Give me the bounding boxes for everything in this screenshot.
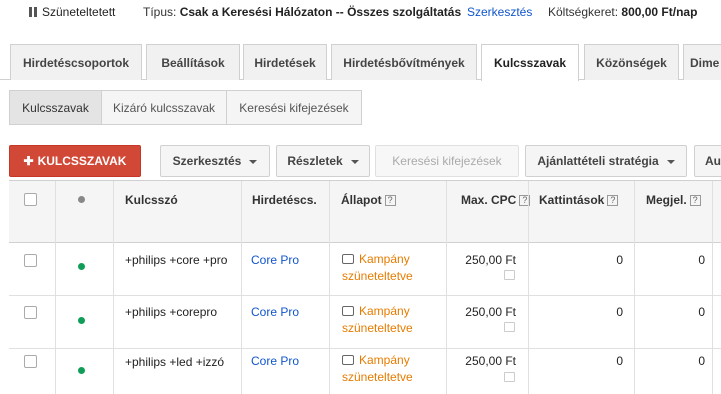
help-icon[interactable]: ? xyxy=(689,195,701,207)
subtab-search-terms[interactable]: Keresési kifejezések xyxy=(226,90,362,125)
help-icon[interactable]: ? xyxy=(607,195,619,207)
enabled-status-icon xyxy=(78,317,85,324)
tab-ads[interactable]: Hirdetések xyxy=(243,44,327,80)
edit-dropdown-label: Szerkesztés xyxy=(172,154,242,168)
campaign-status-bar: Szüneteltetett Típus: Csak a Keresési Há… xyxy=(0,0,721,26)
speech-bubble-icon xyxy=(342,253,354,264)
col-impressions[interactable]: Megjel.? xyxy=(646,193,701,207)
main-tabs: Hirdetéscsoportok Beállítások Hirdetések… xyxy=(0,44,721,81)
budget-value: 800,00 Ft/nap xyxy=(621,5,698,19)
col-impressions-label: Megjel. xyxy=(646,193,687,207)
table-header: Kulcsszó Hirdetéscs. Állapot? Max. CPC? … xyxy=(9,181,721,243)
column-divider xyxy=(329,181,330,394)
impressions-value: 0 xyxy=(698,253,705,267)
select-all-checkbox[interactable] xyxy=(24,193,37,206)
campaign-type-value: Csak a Keresési Hálózaton -- Összes szol… xyxy=(179,5,462,19)
keywords-table: Kulcsszó Hirdetéscs. Állapot? Max. CPC? … xyxy=(9,180,721,394)
subtab-negative-keywords[interactable]: Kizáró kulcsszavak xyxy=(101,90,227,125)
table-row[interactable]: +philips +corepro Core Pro Kampány szüne… xyxy=(9,296,721,349)
tab-ad-extensions[interactable]: Hirdetésbővítmények xyxy=(331,44,477,80)
table-row[interactable]: +philips +led +izzó Core Pro Kampány szü… xyxy=(9,349,721,394)
chevron-down-icon xyxy=(249,159,258,164)
enabled-status-icon xyxy=(78,367,85,374)
campaign-state: Szüneteltetett xyxy=(42,5,116,19)
tab-audiences[interactable]: Közönségek xyxy=(584,44,679,80)
col-max-cpc-label: Max. CPC xyxy=(461,193,517,207)
adgroup-link[interactable]: Core Pro xyxy=(251,354,299,368)
row-checkbox[interactable] xyxy=(24,355,37,368)
details-dropdown-label: Részletek xyxy=(287,154,343,168)
max-cpc-value[interactable]: 250,00 Ft xyxy=(447,253,516,267)
column-divider xyxy=(446,181,447,394)
budget-label: Költségkeret: xyxy=(548,5,619,19)
impressions-value: 0 xyxy=(698,305,705,319)
column-divider xyxy=(712,181,713,394)
search-terms-button[interactable]: Keresési kifejezések xyxy=(375,145,519,177)
col-clicks-label: Kattintások xyxy=(539,193,605,207)
tab-keywords[interactable]: Kulcsszavak xyxy=(481,44,579,81)
impressions-value: 0 xyxy=(698,354,705,368)
col-adgroup[interactable]: Hirdetéscs. xyxy=(252,193,317,207)
col-max-cpc[interactable]: Max. CPC? xyxy=(461,193,531,207)
enabled-status-icon xyxy=(78,263,85,270)
clicks-value: 0 xyxy=(616,253,623,267)
keyword-status[interactable]: Kampány szüneteltetve xyxy=(342,352,452,386)
subtab-keywords[interactable]: Kulcsszavak xyxy=(9,90,102,125)
add-keywords-label: KULCSSZAVAK xyxy=(37,154,127,168)
column-divider xyxy=(55,181,56,394)
keyword-text[interactable]: +philips +led +izzó xyxy=(125,355,245,370)
tab-settings[interactable]: Beállítások xyxy=(146,44,240,80)
speech-bubble-icon xyxy=(342,305,354,316)
chart-icon xyxy=(504,270,515,280)
row-checkbox[interactable] xyxy=(24,306,37,319)
chart-icon xyxy=(504,322,515,332)
max-cpc-value[interactable]: 250,00 Ft xyxy=(447,354,516,368)
col-status-label: Állapot xyxy=(341,193,382,207)
adgroup-link[interactable]: Core Pro xyxy=(251,305,299,319)
column-divider xyxy=(113,181,114,394)
row-checkbox[interactable] xyxy=(24,254,37,267)
automate-dropdown[interactable]: Au xyxy=(694,145,721,177)
clicks-value: 0 xyxy=(616,354,623,368)
max-cpc-value[interactable]: 250,00 Ft xyxy=(447,305,516,319)
chevron-down-icon xyxy=(666,159,675,164)
keyword-status[interactable]: Kampány szüneteltetve xyxy=(342,251,452,285)
chevron-down-icon xyxy=(350,159,359,164)
keyword-status[interactable]: Kampány szüneteltetve xyxy=(342,303,452,337)
campaign-type-label: Típus: xyxy=(143,5,177,19)
plus-icon: ✚ xyxy=(23,154,34,168)
bid-strategy-dropdown[interactable]: Ajánlattételi stratégia xyxy=(525,145,687,177)
column-divider xyxy=(528,181,529,394)
column-divider xyxy=(241,181,242,394)
clicks-value: 0 xyxy=(616,305,623,319)
adgroup-link[interactable]: Core Pro xyxy=(251,253,299,267)
edit-type-link[interactable]: Szerkesztés xyxy=(467,5,532,19)
speech-bubble-icon xyxy=(342,354,354,365)
add-keywords-button[interactable]: ✚ KULCSSZAVAK xyxy=(9,145,141,177)
campaign-type: Típus: Csak a Keresési Hálózaton -- Össz… xyxy=(143,5,461,19)
col-clicks[interactable]: Kattintások? xyxy=(539,193,619,207)
campaign-budget: Költségkeret: 800,00 Ft/nap xyxy=(548,5,697,19)
details-dropdown[interactable]: Részletek xyxy=(276,145,370,177)
tab-dimensions[interactable]: Dime xyxy=(683,44,721,80)
help-icon[interactable]: ? xyxy=(384,195,396,207)
col-status[interactable]: Állapot? xyxy=(341,193,396,207)
chart-icon xyxy=(504,372,515,382)
keyword-text[interactable]: +philips +core +pro xyxy=(125,253,245,268)
col-keyword[interactable]: Kulcsszó xyxy=(125,193,178,207)
status-dot-header-icon xyxy=(78,196,85,203)
edit-dropdown[interactable]: Szerkesztés xyxy=(160,145,270,177)
table-row[interactable]: +philips +core +pro Core Pro Kampány szü… xyxy=(9,243,721,296)
pause-icon xyxy=(29,7,37,17)
keyword-text[interactable]: +philips +corepro xyxy=(125,305,245,320)
tab-adgroups[interactable]: Hirdetéscsoportok xyxy=(10,44,142,80)
bid-strategy-label: Ajánlattételi stratégia xyxy=(537,154,659,168)
column-divider xyxy=(634,181,635,394)
